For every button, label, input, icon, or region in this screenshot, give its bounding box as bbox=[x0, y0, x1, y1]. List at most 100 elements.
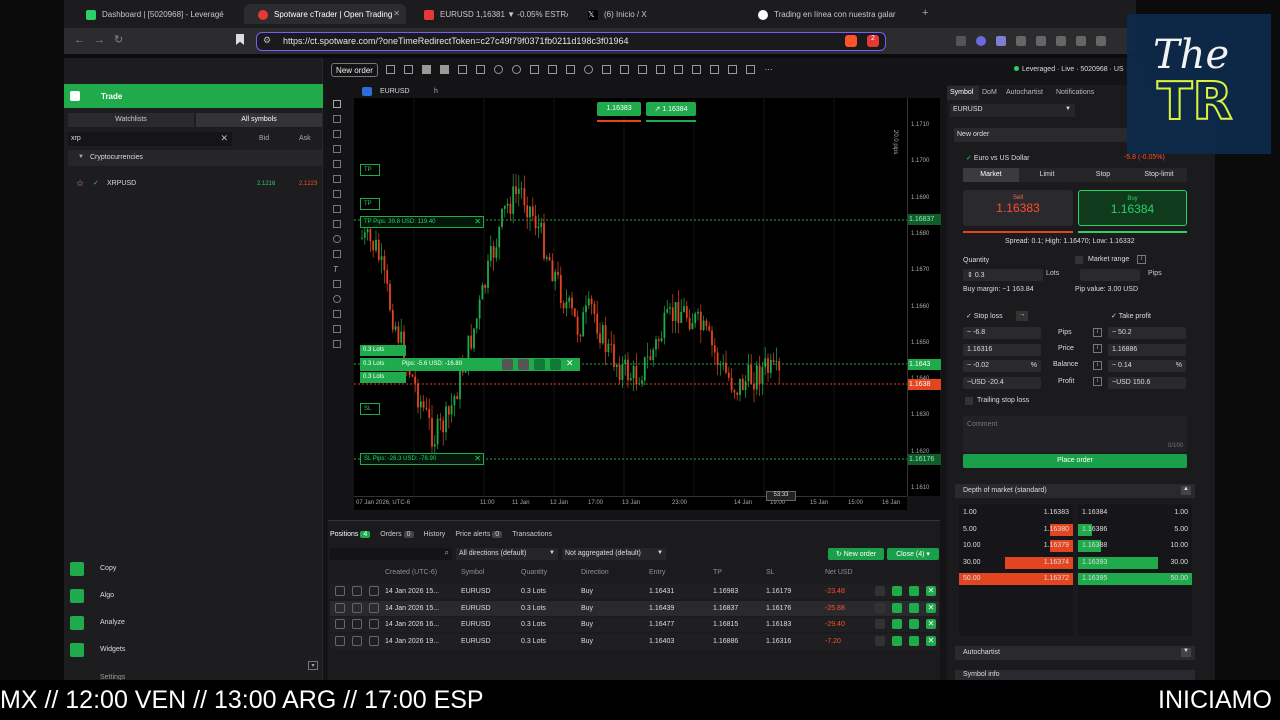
reverse-icon[interactable] bbox=[892, 602, 902, 613]
tp-tag[interactable]: TP bbox=[360, 164, 380, 176]
account-status[interactable]: Leveraged · Live · 5020968 · US bbox=[1014, 66, 1124, 73]
reverse-icon[interactable] bbox=[892, 619, 902, 629]
timeframe-icon[interactable] bbox=[692, 65, 701, 74]
tab-limit[interactable]: Limit bbox=[1019, 168, 1075, 182]
settings-icon[interactable] bbox=[369, 586, 379, 596]
close-position-icon[interactable]: ✕ bbox=[926, 586, 936, 596]
settings-icon[interactable] bbox=[369, 619, 379, 629]
tab-dom[interactable]: DoM bbox=[979, 86, 1003, 100]
shield-icon[interactable] bbox=[352, 602, 362, 613]
trendline-icon[interactable] bbox=[333, 130, 341, 138]
timeframe-icon[interactable] bbox=[746, 65, 755, 74]
positions-column-header[interactable]: SL bbox=[766, 569, 775, 576]
brush-icon[interactable] bbox=[333, 220, 341, 228]
symbol-group-cryptocurrencies[interactable]: ▼ Cryptocurrencies bbox=[68, 150, 322, 166]
crosshair-icon[interactable] bbox=[476, 65, 485, 74]
reverse-icon[interactable] bbox=[534, 359, 545, 370]
tab-market[interactable]: Market bbox=[963, 168, 1019, 182]
dom-bid-row[interactable]: 50.00 1.16372 bbox=[959, 573, 1073, 585]
double-up-icon[interactable] bbox=[909, 635, 919, 646]
share-icon[interactable] bbox=[875, 602, 885, 613]
chevron-up-icon[interactable]: ▲ bbox=[1181, 486, 1191, 495]
puzzle-icon[interactable] bbox=[1016, 36, 1026, 46]
browser-tab[interactable]: Dashboard | [5020968] - Leveragé bbox=[72, 4, 240, 24]
back-icon[interactable]: ← bbox=[74, 34, 85, 46]
browser-tab[interactable]: Trading en línea con nuestra galar bbox=[744, 4, 914, 24]
tab-history[interactable]: History bbox=[424, 531, 446, 545]
shape-icon[interactable] bbox=[333, 250, 341, 258]
wallet-icon[interactable] bbox=[1096, 36, 1106, 46]
tp-price-input[interactable]: 1.16886 bbox=[1108, 344, 1186, 356]
reload-icon[interactable]: ↻ bbox=[114, 33, 123, 46]
timeframe-icon[interactable] bbox=[674, 65, 683, 74]
tab-price-alerts[interactable]: Price alerts 0 bbox=[455, 531, 503, 545]
url-input[interactable]: ⚙ https://ct.spotware.com/?oneTimeRedire… bbox=[256, 32, 886, 51]
menu-algo[interactable]: Algo bbox=[100, 592, 114, 599]
close-tab-icon[interactable]: ✕ bbox=[393, 9, 400, 18]
info-icon[interactable]: i bbox=[1093, 344, 1102, 353]
position-line-label[interactable]: 0.3 Lots Pips: -5.6 USD: -16.80 ✕ bbox=[360, 358, 580, 371]
tp-tag[interactable]: TP bbox=[360, 198, 380, 210]
aggregation-filter-select[interactable]: Not aggregated (default) ▼ bbox=[562, 548, 666, 560]
tp-line-label[interactable]: TP Pips: 39.8 USD: 119.40 ✕ bbox=[360, 216, 484, 228]
chart-tab[interactable]: EURUSD h bbox=[362, 86, 462, 98]
quantity-stepper[interactable]: ⇕ 0.3 bbox=[963, 269, 1043, 281]
star-icon[interactable]: ☆ bbox=[76, 178, 84, 189]
timeframe-icon[interactable] bbox=[710, 65, 719, 74]
timeframe-icon[interactable] bbox=[656, 65, 665, 74]
zoom-in-icon[interactable] bbox=[494, 65, 503, 74]
settings-icon[interactable] bbox=[530, 65, 539, 74]
time-axis[interactable]: 07 Jan 2026, UTC-6 11:00 11 Jan 12 Jan 17:00… bbox=[354, 496, 907, 510]
shield-icon[interactable] bbox=[352, 635, 362, 646]
grid-icon[interactable] bbox=[422, 65, 431, 74]
sl-pips-input[interactable]: ~ -6.8 bbox=[963, 327, 1041, 339]
clear-search-icon[interactable]: ✕ bbox=[220, 133, 228, 144]
close-position-icon[interactable]: ✕ bbox=[926, 619, 936, 629]
info-icon[interactable]: i bbox=[1093, 377, 1102, 386]
symbol-select[interactable]: EURUSD ▼ bbox=[950, 104, 1075, 117]
reverse-icon[interactable] bbox=[892, 635, 902, 646]
comment-input[interactable]: Comment 0/100 bbox=[963, 416, 1187, 452]
menu-widgets[interactable]: Widgets bbox=[100, 646, 125, 653]
split-chart-icon[interactable] bbox=[458, 65, 467, 74]
share-icon[interactable] bbox=[875, 586, 885, 596]
dom-bid-row[interactable]: 1.00 1.16383 bbox=[959, 507, 1073, 519]
lock-icon[interactable] bbox=[602, 65, 611, 74]
trailing-stop-checkbox[interactable] bbox=[965, 397, 973, 405]
close-position-icon[interactable]: ✕ bbox=[926, 602, 936, 613]
double-up-icon[interactable] bbox=[909, 619, 919, 629]
trade-header[interactable]: Trade bbox=[64, 84, 323, 108]
extension-icon[interactable] bbox=[976, 36, 986, 46]
dom-bid-row[interactable]: 5.00 1.16380 bbox=[959, 523, 1073, 536]
dom-ask-row[interactable]: 1.16393 30.00 bbox=[1078, 556, 1192, 569]
dom-ask-row[interactable]: 1.16384 1.00 bbox=[1078, 507, 1192, 519]
positions-column-header[interactable]: Quantity bbox=[521, 569, 547, 576]
tab-orders[interactable]: Orders 0 bbox=[380, 531, 414, 545]
tp-pips-input[interactable]: ~ 50.2 bbox=[1108, 327, 1186, 339]
zoom-out-icon[interactable] bbox=[512, 65, 521, 74]
position-lots-tag[interactable]: 0.3 Lots bbox=[360, 345, 406, 356]
close-all-button[interactable]: Close (4) ▾ bbox=[887, 548, 939, 560]
timeframe-icon[interactable] bbox=[638, 65, 647, 74]
direction-filter-select[interactable]: All directions (default) ▼ bbox=[456, 548, 558, 560]
collapse-menu-icon[interactable]: ▾ bbox=[308, 661, 318, 670]
price-chart[interactable] bbox=[354, 98, 907, 496]
tab-stop-limit[interactable]: Stop-limit bbox=[1131, 168, 1187, 182]
close-icon[interactable]: ✕ bbox=[474, 217, 481, 226]
positions-new-order-button[interactable]: ↻ New order bbox=[828, 548, 884, 560]
rewards-icon[interactable]: 2 bbox=[867, 35, 879, 47]
buy-button[interactable]: Buy 1.16384 bbox=[1078, 190, 1187, 226]
symbol-info-header[interactable]: Symbol info bbox=[955, 670, 1195, 680]
dom-ask-row[interactable]: 1.16386 5.00 bbox=[1078, 523, 1192, 536]
symbol-row-xrpusd[interactable]: ☆ ✓ XRPUSD 2.1216 2.1223 bbox=[68, 176, 322, 192]
line-icon[interactable] bbox=[333, 160, 341, 168]
magnet-icon[interactable] bbox=[333, 295, 341, 303]
menu-analyze[interactable]: Analyze bbox=[100, 619, 125, 626]
dom-bid-row[interactable]: 10.00 1.16379 bbox=[959, 540, 1073, 552]
positions-column-header[interactable]: Net USD bbox=[825, 569, 853, 576]
close-position-icon[interactable]: ✕ bbox=[926, 635, 936, 646]
lock-icon[interactable] bbox=[333, 310, 341, 318]
dom-bid-row[interactable]: 30.00 1.16374 bbox=[959, 556, 1073, 569]
place-order-button[interactable]: Place order bbox=[963, 454, 1187, 468]
info-icon[interactable] bbox=[335, 586, 345, 596]
